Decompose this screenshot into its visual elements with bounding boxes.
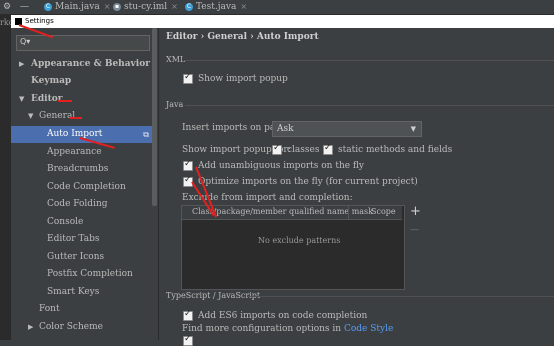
- show-import-popup-xml-label: Show import popup: [198, 74, 288, 84]
- nav-font[interactable]: Font: [11, 301, 181, 318]
- close-icon[interactable]: ×: [240, 2, 247, 11]
- java-class-icon: C: [185, 2, 193, 11]
- annotation-arrow: [70, 117, 82, 119]
- annotation-arrow: [58, 100, 72, 102]
- settings-tree: ▶ Appearance & Behavior Keymap ▼ Editor ▼ G…: [11, 56, 153, 340]
- gear-icon[interactable]: ⚙: [3, 0, 11, 14]
- add-unambiguous-label: Add unambiguous imports on the fly: [198, 161, 365, 171]
- partial-checkbox[interactable]: [183, 334, 193, 346]
- divider: [185, 105, 554, 106]
- optimize-imports-label: Optimize imports on the fly (for current…: [198, 177, 418, 187]
- es6-imports-label: Add ES6 imports on code completion: [198, 311, 368, 321]
- static-methods-checkbox[interactable]: [323, 143, 333, 155]
- nav-editor[interactable]: ▼ Editor: [11, 91, 173, 108]
- breadcrumb: Editor › General › Auto Import: [166, 32, 319, 42]
- window-title: Settings: [25, 17, 54, 25]
- nav-keymap[interactable]: Keymap: [11, 73, 173, 90]
- tab-test-java[interactable]: C Test.java ×: [185, 0, 247, 14]
- java-class-icon: C: [44, 2, 52, 11]
- sidebar-scrollbar[interactable]: [152, 28, 157, 206]
- code-style-link[interactable]: Code Style: [344, 324, 393, 334]
- show-import-popup-xml-checkbox[interactable]: [183, 72, 193, 84]
- chevron-down-icon: ▼: [410, 125, 416, 133]
- classes-checkbox[interactable]: [272, 143, 282, 155]
- settings-title-bar: Settings: [11, 15, 554, 28]
- section-xml-title: XML: [166, 55, 186, 64]
- nav-color-scheme[interactable]: ▶ Color Scheme: [11, 319, 181, 336]
- minimize-icon[interactable]: —: [20, 0, 29, 14]
- classes-label: classes: [287, 145, 320, 155]
- insert-imports-dropdown[interactable]: Ask ▼: [272, 121, 422, 137]
- nav-auto-import[interactable]: Auto Import ⧉: [11, 126, 153, 143]
- empty-table-text: No exclude patterns: [258, 236, 341, 245]
- copy-icon: ⧉: [143, 130, 149, 139]
- chevron-right-icon: ▶: [19, 60, 25, 68]
- column-header-mask: Class/package/member qualified name mask: [192, 207, 374, 216]
- add-icon[interactable]: +: [410, 204, 421, 219]
- add-unambiguous-checkbox[interactable]: [183, 159, 193, 171]
- nav-appearance-behavior[interactable]: ▶ Appearance & Behavior: [11, 56, 173, 73]
- chevron-down-icon: ▼: [19, 95, 25, 103]
- more-options-text: Find more configuration options in Code …: [182, 324, 394, 334]
- column-header-scope: Scope: [371, 207, 396, 216]
- insert-imports-value: Ask: [277, 124, 294, 134]
- es6-imports-checkbox[interactable]: [183, 309, 193, 321]
- divider: [248, 296, 554, 297]
- section-java-title: Java: [166, 100, 184, 109]
- ide-left-edge: rko: [0, 15, 14, 340]
- static-methods-label: static methods and fields: [338, 145, 453, 155]
- chevron-right-icon: ▶: [28, 323, 34, 331]
- close-icon[interactable]: ×: [171, 2, 178, 11]
- module-file-icon: ▪: [113, 2, 121, 11]
- column-divider: [348, 206, 349, 219]
- tab-stu-cy-iml[interactable]: ▪ stu-cy.iml ×: [113, 0, 178, 14]
- chevron-down-icon: ▼: [28, 112, 34, 120]
- tab-main-java[interactable]: C Main.java ×: [44, 0, 110, 14]
- search-input[interactable]: Q▾: [16, 35, 150, 51]
- section-typescript-title: TypeScript / JavaScript: [166, 291, 261, 300]
- ide-tab-bar: ⚙ — C Main.java × ▪ stu-cy.iml × C Test.java ×: [0, 0, 554, 15]
- close-icon[interactable]: ×: [104, 2, 111, 11]
- remove-icon[interactable]: —: [410, 225, 419, 235]
- search-icon: Q▾: [20, 37, 31, 46]
- divider: [185, 60, 554, 61]
